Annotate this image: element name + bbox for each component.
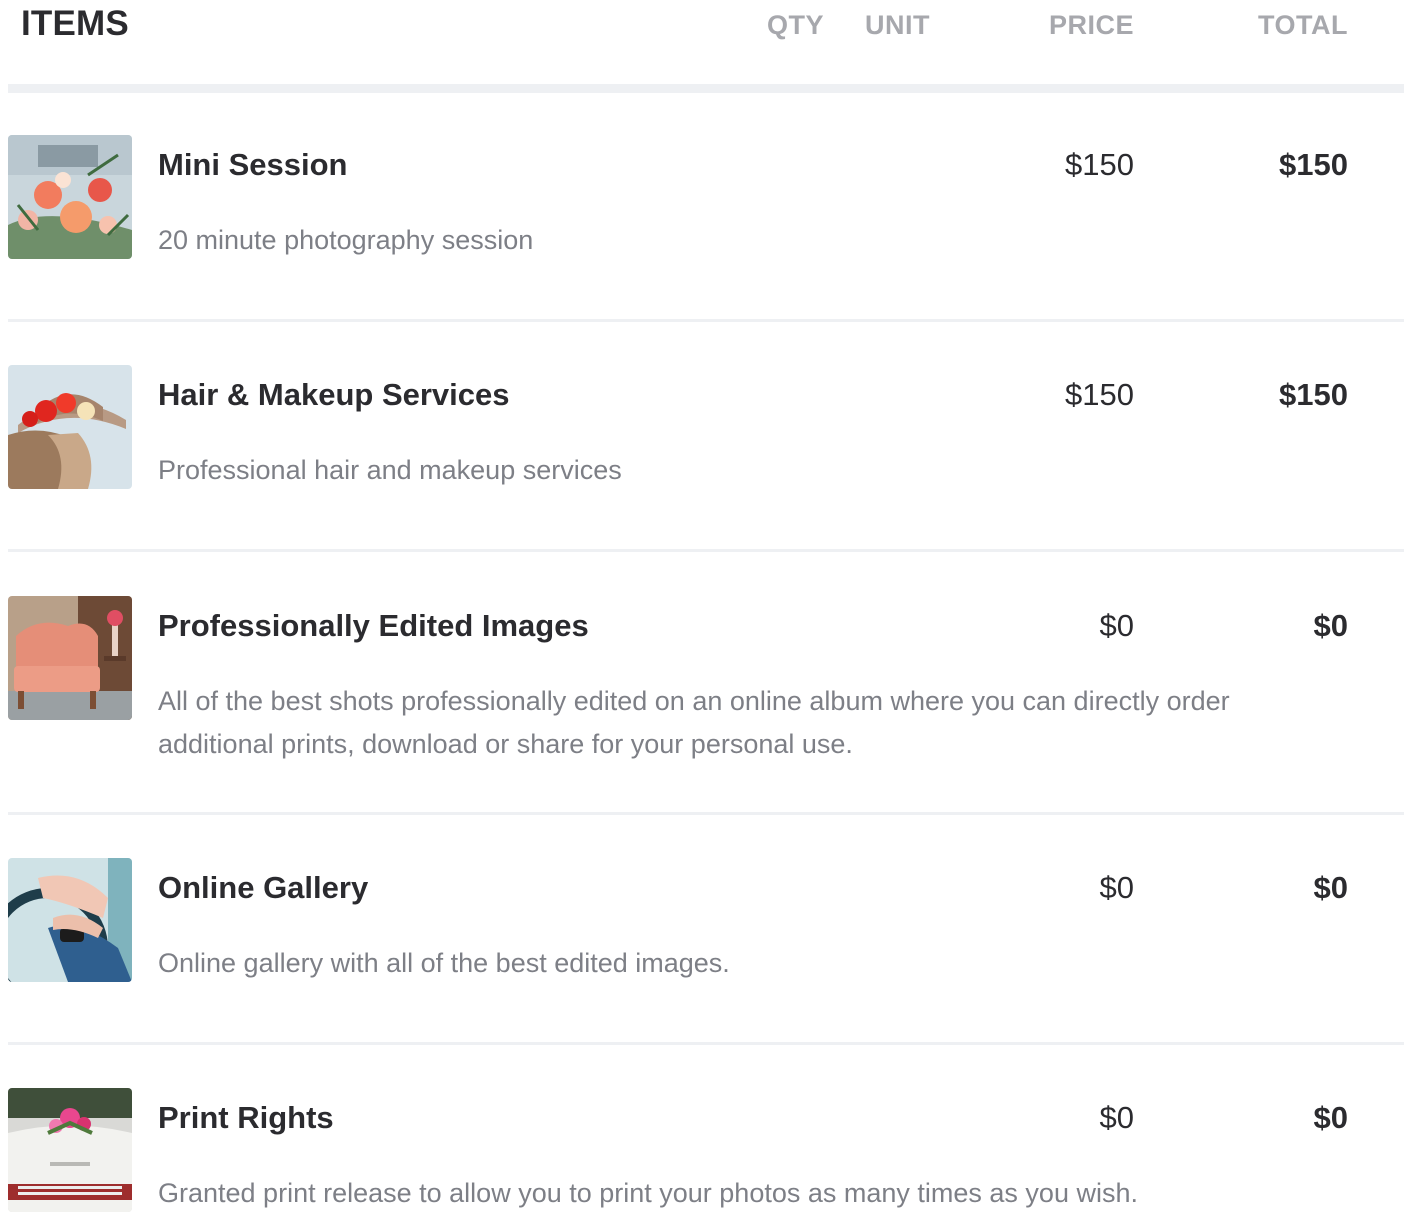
car-hood-flowers-photo-icon bbox=[8, 1088, 132, 1212]
item-price: $150 bbox=[1065, 147, 1134, 182]
unit-column-header: UNIT bbox=[865, 10, 930, 40]
item-name: Professionally Edited Images bbox=[158, 608, 589, 643]
item-total: $150 bbox=[1279, 377, 1348, 412]
price-column-header: PRICE bbox=[1048, 10, 1134, 40]
header-divider bbox=[8, 84, 1404, 93]
item-description: All of the best shots professionally edi… bbox=[158, 686, 1230, 759]
item-description: Professional hair and makeup services bbox=[158, 455, 622, 485]
flower-hat-photo-icon bbox=[8, 365, 132, 489]
invoice-items-section: ITEMS QTY UNIT PRICE TOTAL Mini Session bbox=[0, 0, 1411, 1216]
item-price: $0 bbox=[1099, 1100, 1134, 1135]
items-heading: ITEMS bbox=[21, 4, 129, 43]
row-divider bbox=[8, 319, 1404, 322]
item-total: $150 bbox=[1279, 147, 1348, 182]
hands-steering-wheel-photo-icon bbox=[8, 858, 132, 982]
item-name: Hair & Makeup Services bbox=[158, 377, 510, 412]
item-name: Mini Session bbox=[158, 147, 348, 182]
item-total: $0 bbox=[1313, 1100, 1348, 1135]
item-total: $0 bbox=[1313, 870, 1348, 905]
items-table-header: ITEMS QTY UNIT PRICE TOTAL bbox=[0, 0, 1411, 84]
row-divider bbox=[8, 549, 1404, 552]
item-description: 20 minute photography session bbox=[158, 225, 534, 255]
flower-bouquet-photo-icon bbox=[8, 135, 132, 259]
item-description: Online gallery with all of the best edit… bbox=[158, 948, 730, 978]
row-divider bbox=[8, 812, 1404, 815]
total-column-header: TOTAL bbox=[1258, 10, 1348, 40]
row-divider bbox=[8, 1042, 1404, 1045]
item-price: $0 bbox=[1099, 870, 1134, 905]
item-name: Print Rights bbox=[158, 1100, 334, 1135]
vintage-chair-photo-icon bbox=[8, 596, 132, 720]
qty-column-header: QTY bbox=[767, 10, 825, 40]
item-price: $0 bbox=[1099, 608, 1134, 643]
item-name: Online Gallery bbox=[158, 870, 369, 905]
item-price: $150 bbox=[1065, 377, 1134, 412]
item-total: $0 bbox=[1313, 608, 1348, 643]
item-description: Granted print release to allow you to pr… bbox=[158, 1178, 1138, 1208]
